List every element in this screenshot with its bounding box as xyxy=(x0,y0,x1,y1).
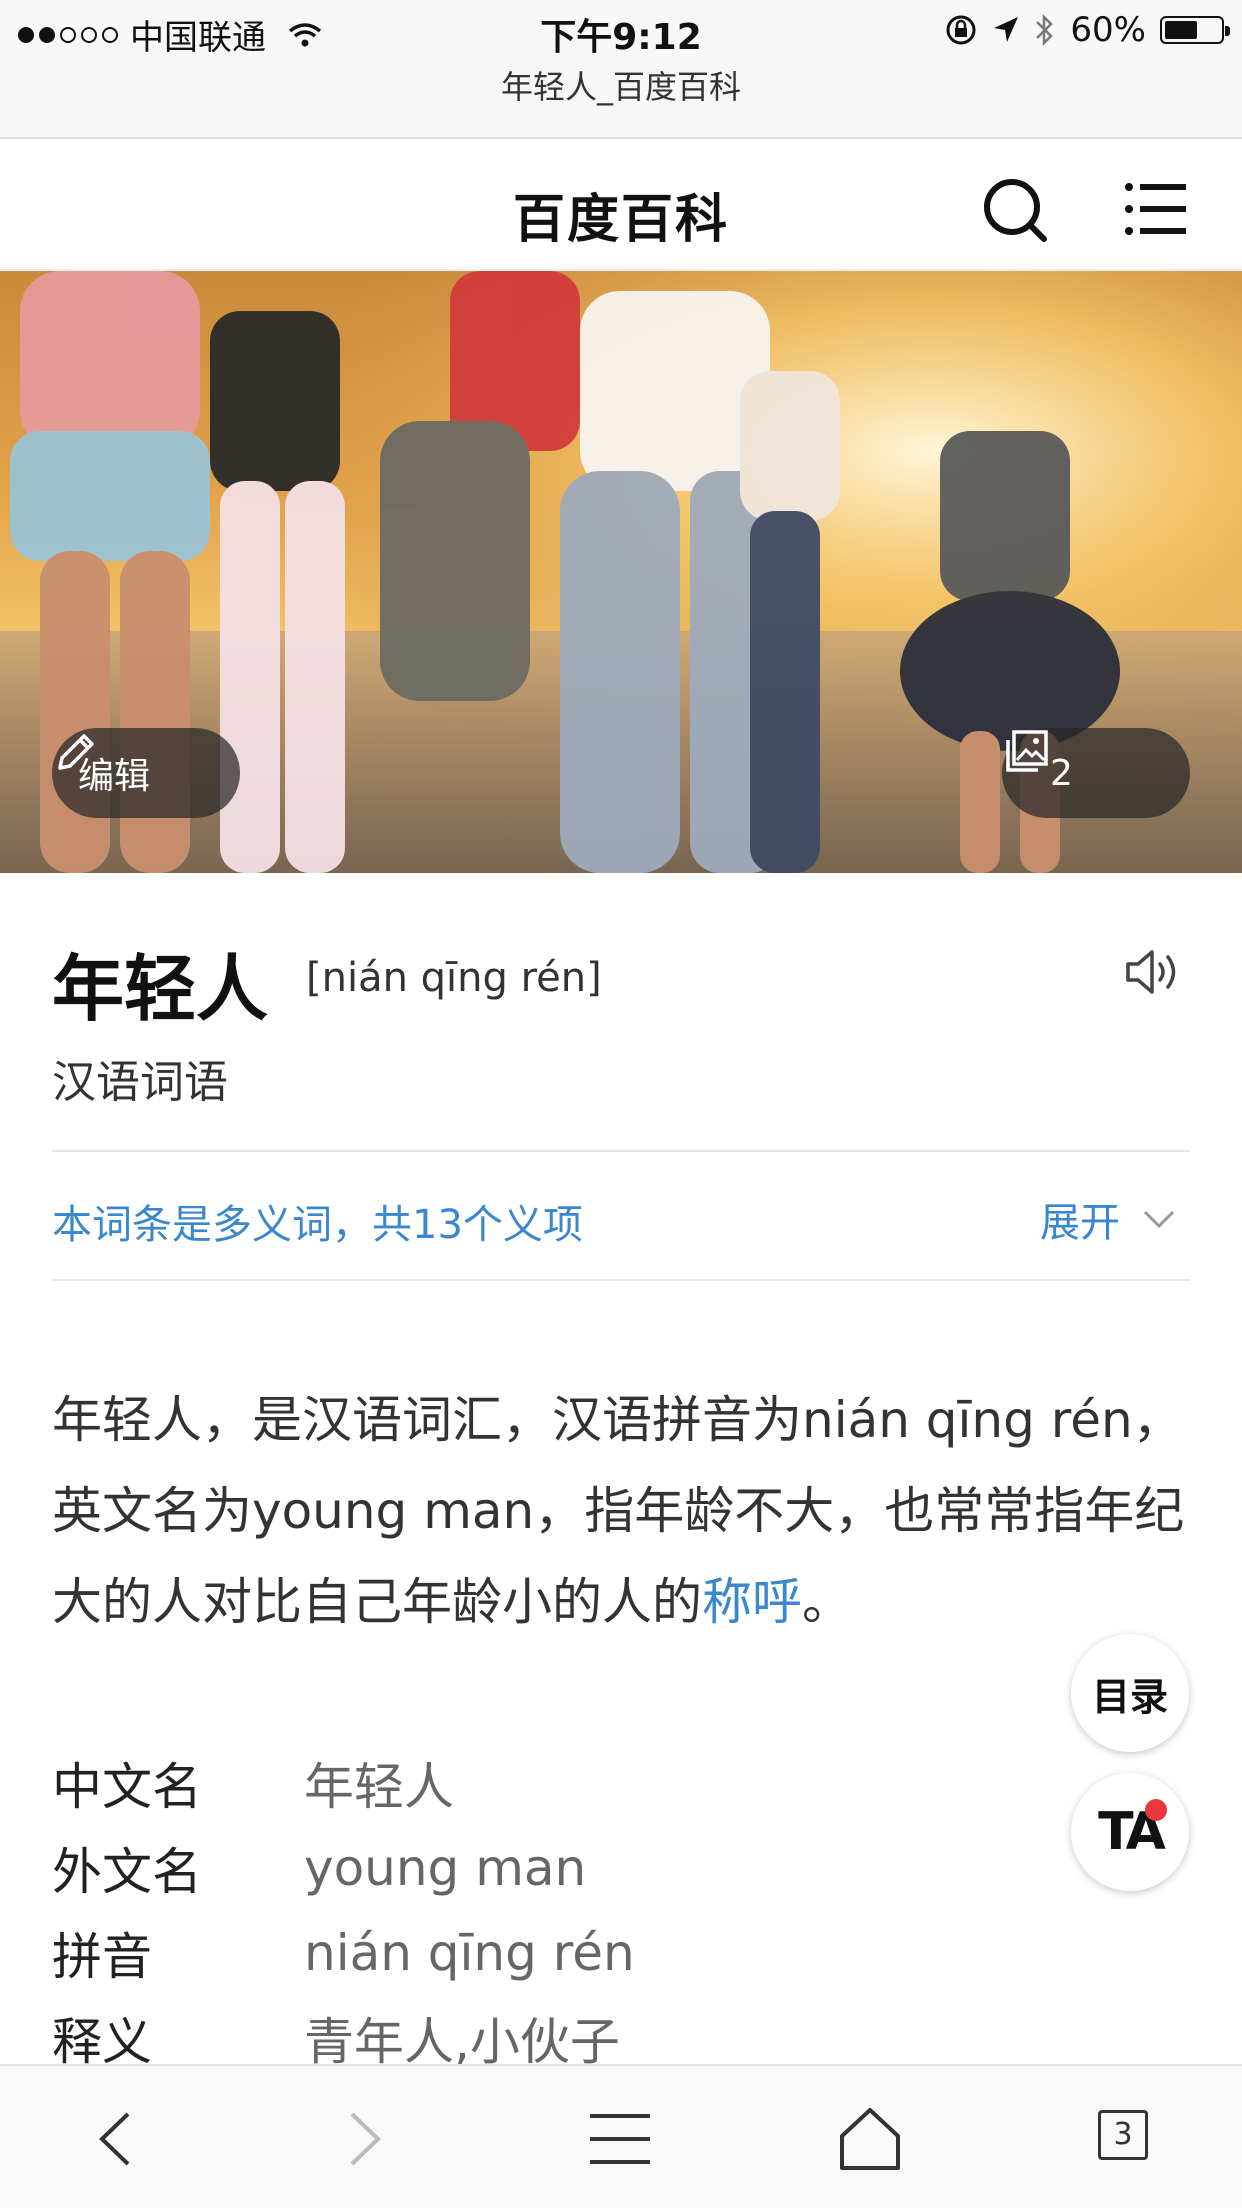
hamburger-menu-icon[interactable] xyxy=(1124,181,1188,237)
expand-label: 展开 xyxy=(1040,1200,1120,1246)
back-icon[interactable] xyxy=(80,2104,160,2174)
home-icon[interactable] xyxy=(830,2104,910,2174)
info-value: young man xyxy=(304,1838,587,1897)
summary-end: 。 xyxy=(802,1573,852,1631)
gallery-button[interactable]: 2 xyxy=(1002,728,1190,818)
info-row: 拼音 nián qīng rén xyxy=(52,1910,1052,1995)
status-right: 60% xyxy=(944,10,1230,50)
gallery-icon xyxy=(1006,730,1048,772)
battery-icon xyxy=(1160,16,1230,44)
info-value: 年轻人 xyxy=(304,1757,454,1816)
search-icon[interactable] xyxy=(980,175,1052,247)
chevron-down-icon xyxy=(1143,1210,1175,1229)
gallery-count: 2 xyxy=(1050,752,1073,794)
expand-button[interactable]: 展开 xyxy=(1040,1190,1176,1248)
battery-percent: 60% xyxy=(1070,10,1146,50)
divider xyxy=(52,1279,1190,1281)
ta-button[interactable]: TA xyxy=(1071,1773,1189,1891)
menu-icon[interactable] xyxy=(580,2104,660,2174)
entry-title: 年轻人 xyxy=(52,947,269,1031)
divider xyxy=(52,1150,1190,1152)
battery-level xyxy=(1165,21,1198,39)
info-value: 青年人,小伙子 xyxy=(304,2012,620,2071)
info-key: 中文名 xyxy=(52,1757,202,1816)
site-header: 百度百科 xyxy=(0,139,1242,271)
edit-button[interactable]: 编辑 xyxy=(52,728,240,818)
info-row: 外文名 young man xyxy=(52,1825,1052,1910)
speaker-icon[interactable] xyxy=(1124,944,1184,1000)
polysemy-note[interactable]: 本词条是多义词，共13个义项 xyxy=(52,1192,583,1250)
entry-summary: 年轻人，是汉语词汇，汉语拼音为nián qīng rén，英文名为young m… xyxy=(52,1375,1202,1648)
rotation-lock-icon xyxy=(946,15,976,45)
entry-subtitle: 汉语词语 xyxy=(52,1057,228,1108)
page-title-bar[interactable]: 年轻人_百度百科 xyxy=(0,62,1242,108)
info-row: 中文名 年轻人 xyxy=(52,1740,1052,1825)
notification-dot xyxy=(1145,1799,1167,1821)
pencil-icon xyxy=(58,734,94,770)
info-key: 拼音 xyxy=(52,1927,152,1986)
browser-toolbar: 3 xyxy=(0,2064,1242,2208)
site-logo-title[interactable]: 百度百科 xyxy=(0,177,1242,252)
hero-photo[interactable]: 编辑 2 xyxy=(0,271,1242,873)
info-table: 中文名 年轻人 外文名 young man 拼音 nián qīng rén 释… xyxy=(52,1740,1052,2080)
bluetooth-icon xyxy=(1036,13,1054,47)
summary-link[interactable]: 称呼 xyxy=(702,1573,802,1631)
table-of-contents-button[interactable]: 目录 xyxy=(1071,1634,1189,1752)
tabs-icon[interactable]: 3 xyxy=(1098,2110,1148,2160)
browser-top-bar: 中国联通 下午9:12 60% 年轻人_百度百科 xyxy=(0,0,1242,139)
info-key: 外文名 xyxy=(52,1842,202,1901)
summary-text: 年轻人，是汉语词汇，汉语拼音为nián qīng rén，英文名为young m… xyxy=(52,1391,1185,1631)
location-icon xyxy=(994,17,1019,42)
info-key: 释义 xyxy=(52,2012,152,2071)
forward-icon[interactable] xyxy=(322,2104,402,2174)
page: 中国联通 下午9:12 60% 年轻人_百度百科 百度百科 编辑 2 年轻人 [… xyxy=(0,0,1242,2208)
entry-pinyin: [nián qīng rén] xyxy=(306,955,602,1001)
info-value: nián qīng rén xyxy=(304,1923,635,1982)
